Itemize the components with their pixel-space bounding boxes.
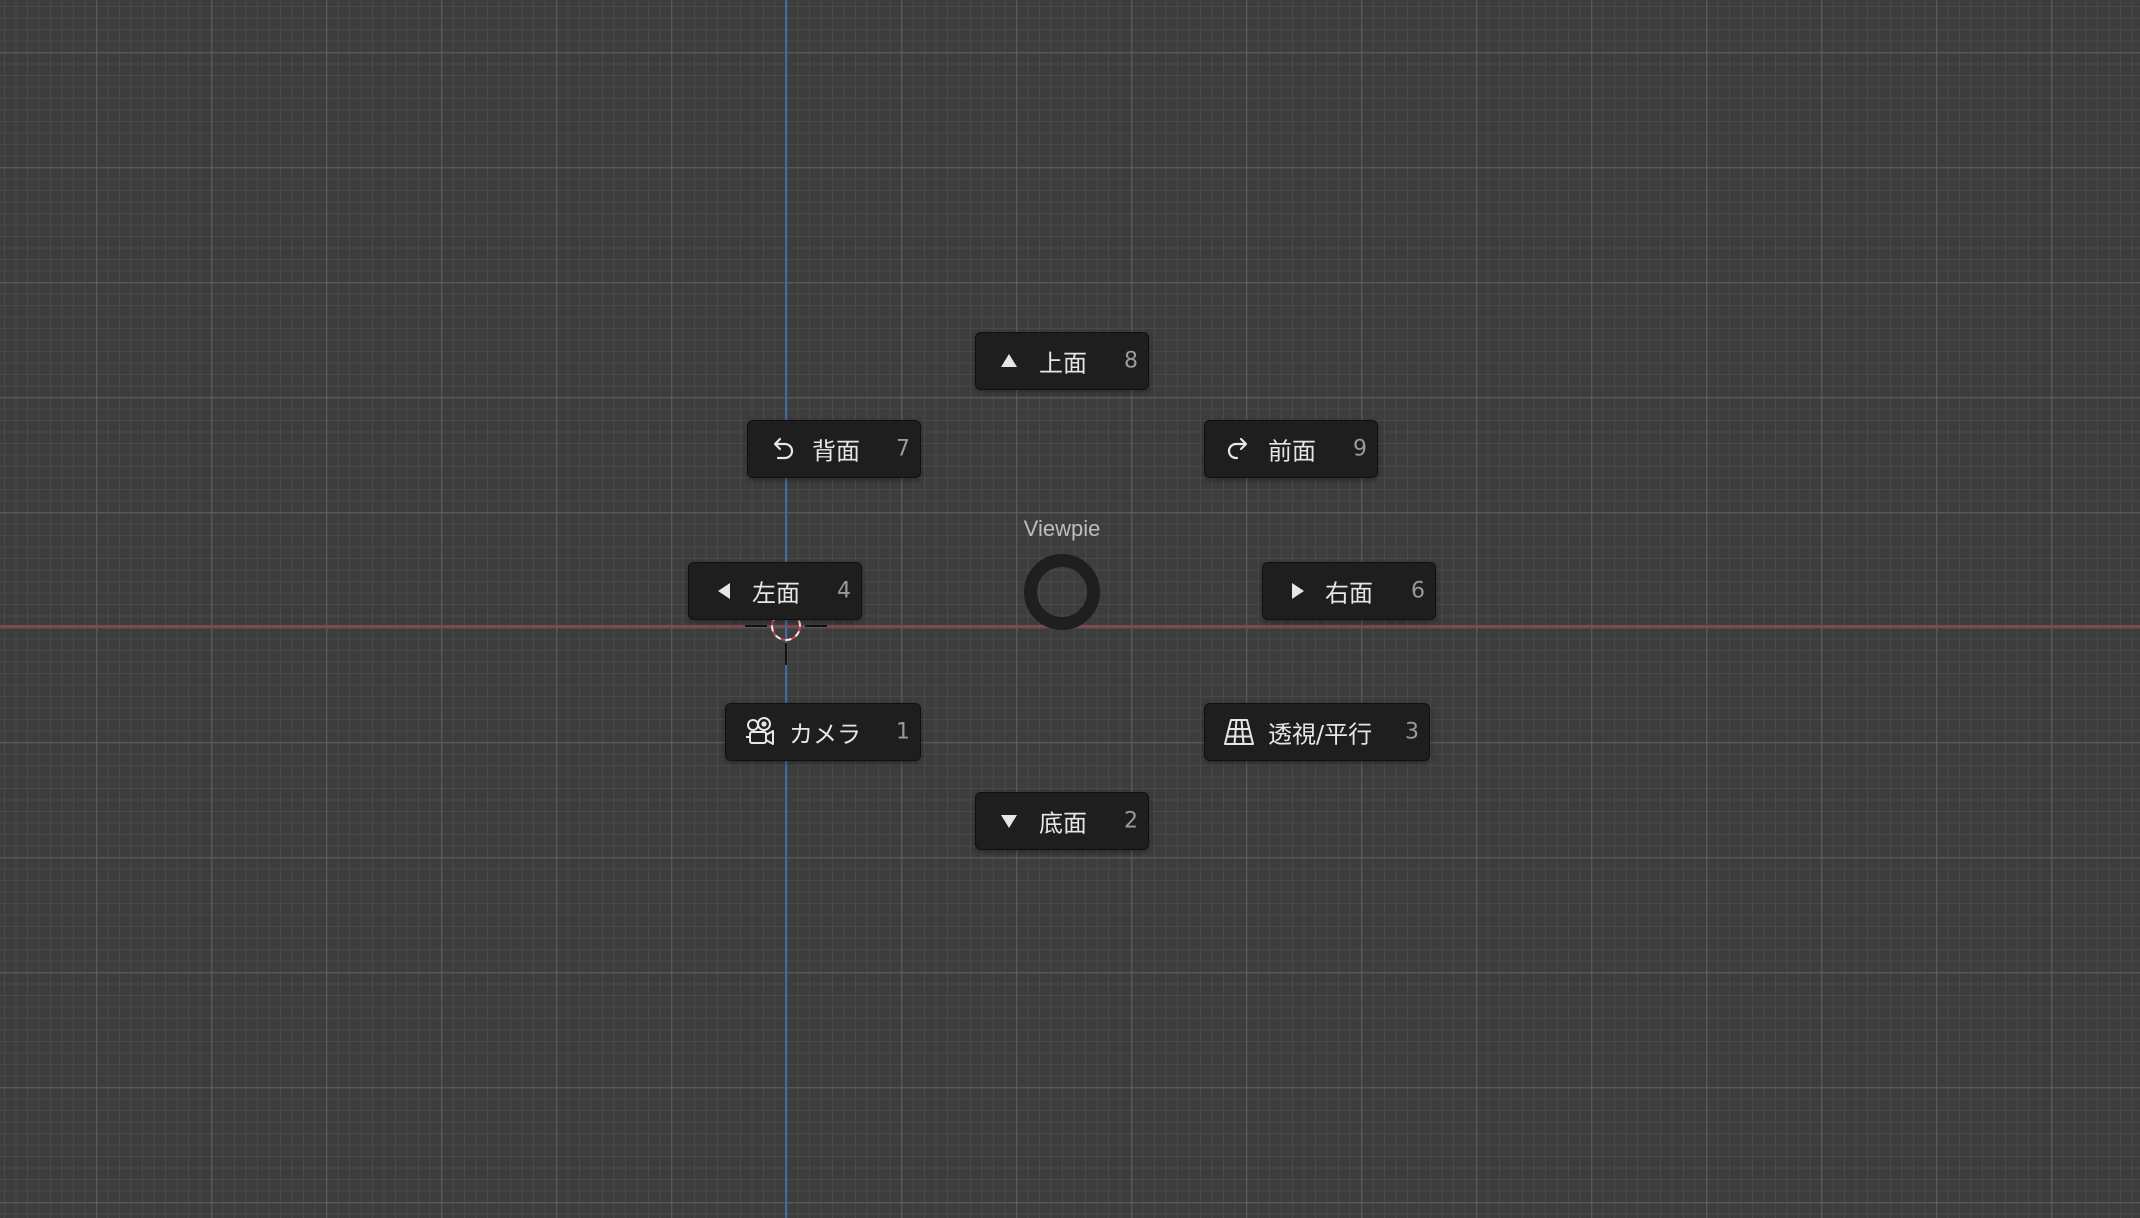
rotate-left-icon: [768, 435, 796, 463]
view-right-shortcut: 6: [1411, 578, 1425, 604]
view-top-label: 上面: [1039, 349, 1087, 378]
view-perspective-toggle-button[interactable]: 透視/平行 3: [1204, 703, 1430, 761]
view-top-shortcut: 8: [1124, 348, 1138, 374]
view-left-shortcut: 4: [837, 578, 851, 604]
pie-center-ring: [1024, 554, 1100, 630]
view-back-label: 背面: [812, 437, 860, 466]
view-right-button[interactable]: 右面 6: [1262, 562, 1436, 620]
view-back-button[interactable]: 背面 7: [747, 420, 921, 478]
camera-icon: [744, 716, 776, 748]
view-camera-button[interactable]: カメラ 1: [725, 703, 921, 761]
view-perspective-label: 透視/平行: [1268, 720, 1373, 749]
view-perspective-shortcut: 3: [1405, 719, 1419, 745]
view-front-button[interactable]: 前面 9: [1204, 420, 1378, 478]
view-front-shortcut: 9: [1353, 436, 1367, 462]
view-front-label: 前面: [1268, 437, 1316, 466]
view-camera-shortcut: 1: [896, 719, 910, 745]
view-left-label: 左面: [752, 579, 800, 608]
triangle-up-icon: [1000, 353, 1018, 369]
triangle-down-icon: [1000, 813, 1018, 829]
view-bottom-button[interactable]: 底面 2: [975, 792, 1149, 850]
view-top-button[interactable]: 上面 8: [975, 332, 1149, 390]
triangle-left-icon: [716, 582, 732, 600]
perspective-grid-icon: [1223, 717, 1255, 747]
view-right-label: 右面: [1325, 579, 1373, 608]
rotate-right-icon: [1225, 435, 1253, 463]
view-bottom-label: 底面: [1039, 809, 1087, 838]
view-left-button[interactable]: 左面 4: [688, 562, 862, 620]
triangle-right-icon: [1290, 582, 1306, 600]
view-camera-label: カメラ: [789, 720, 861, 749]
view-back-shortcut: 7: [896, 436, 910, 462]
pie-menu-title: Viewpie: [1023, 516, 1101, 541]
view-bottom-shortcut: 2: [1124, 808, 1138, 834]
